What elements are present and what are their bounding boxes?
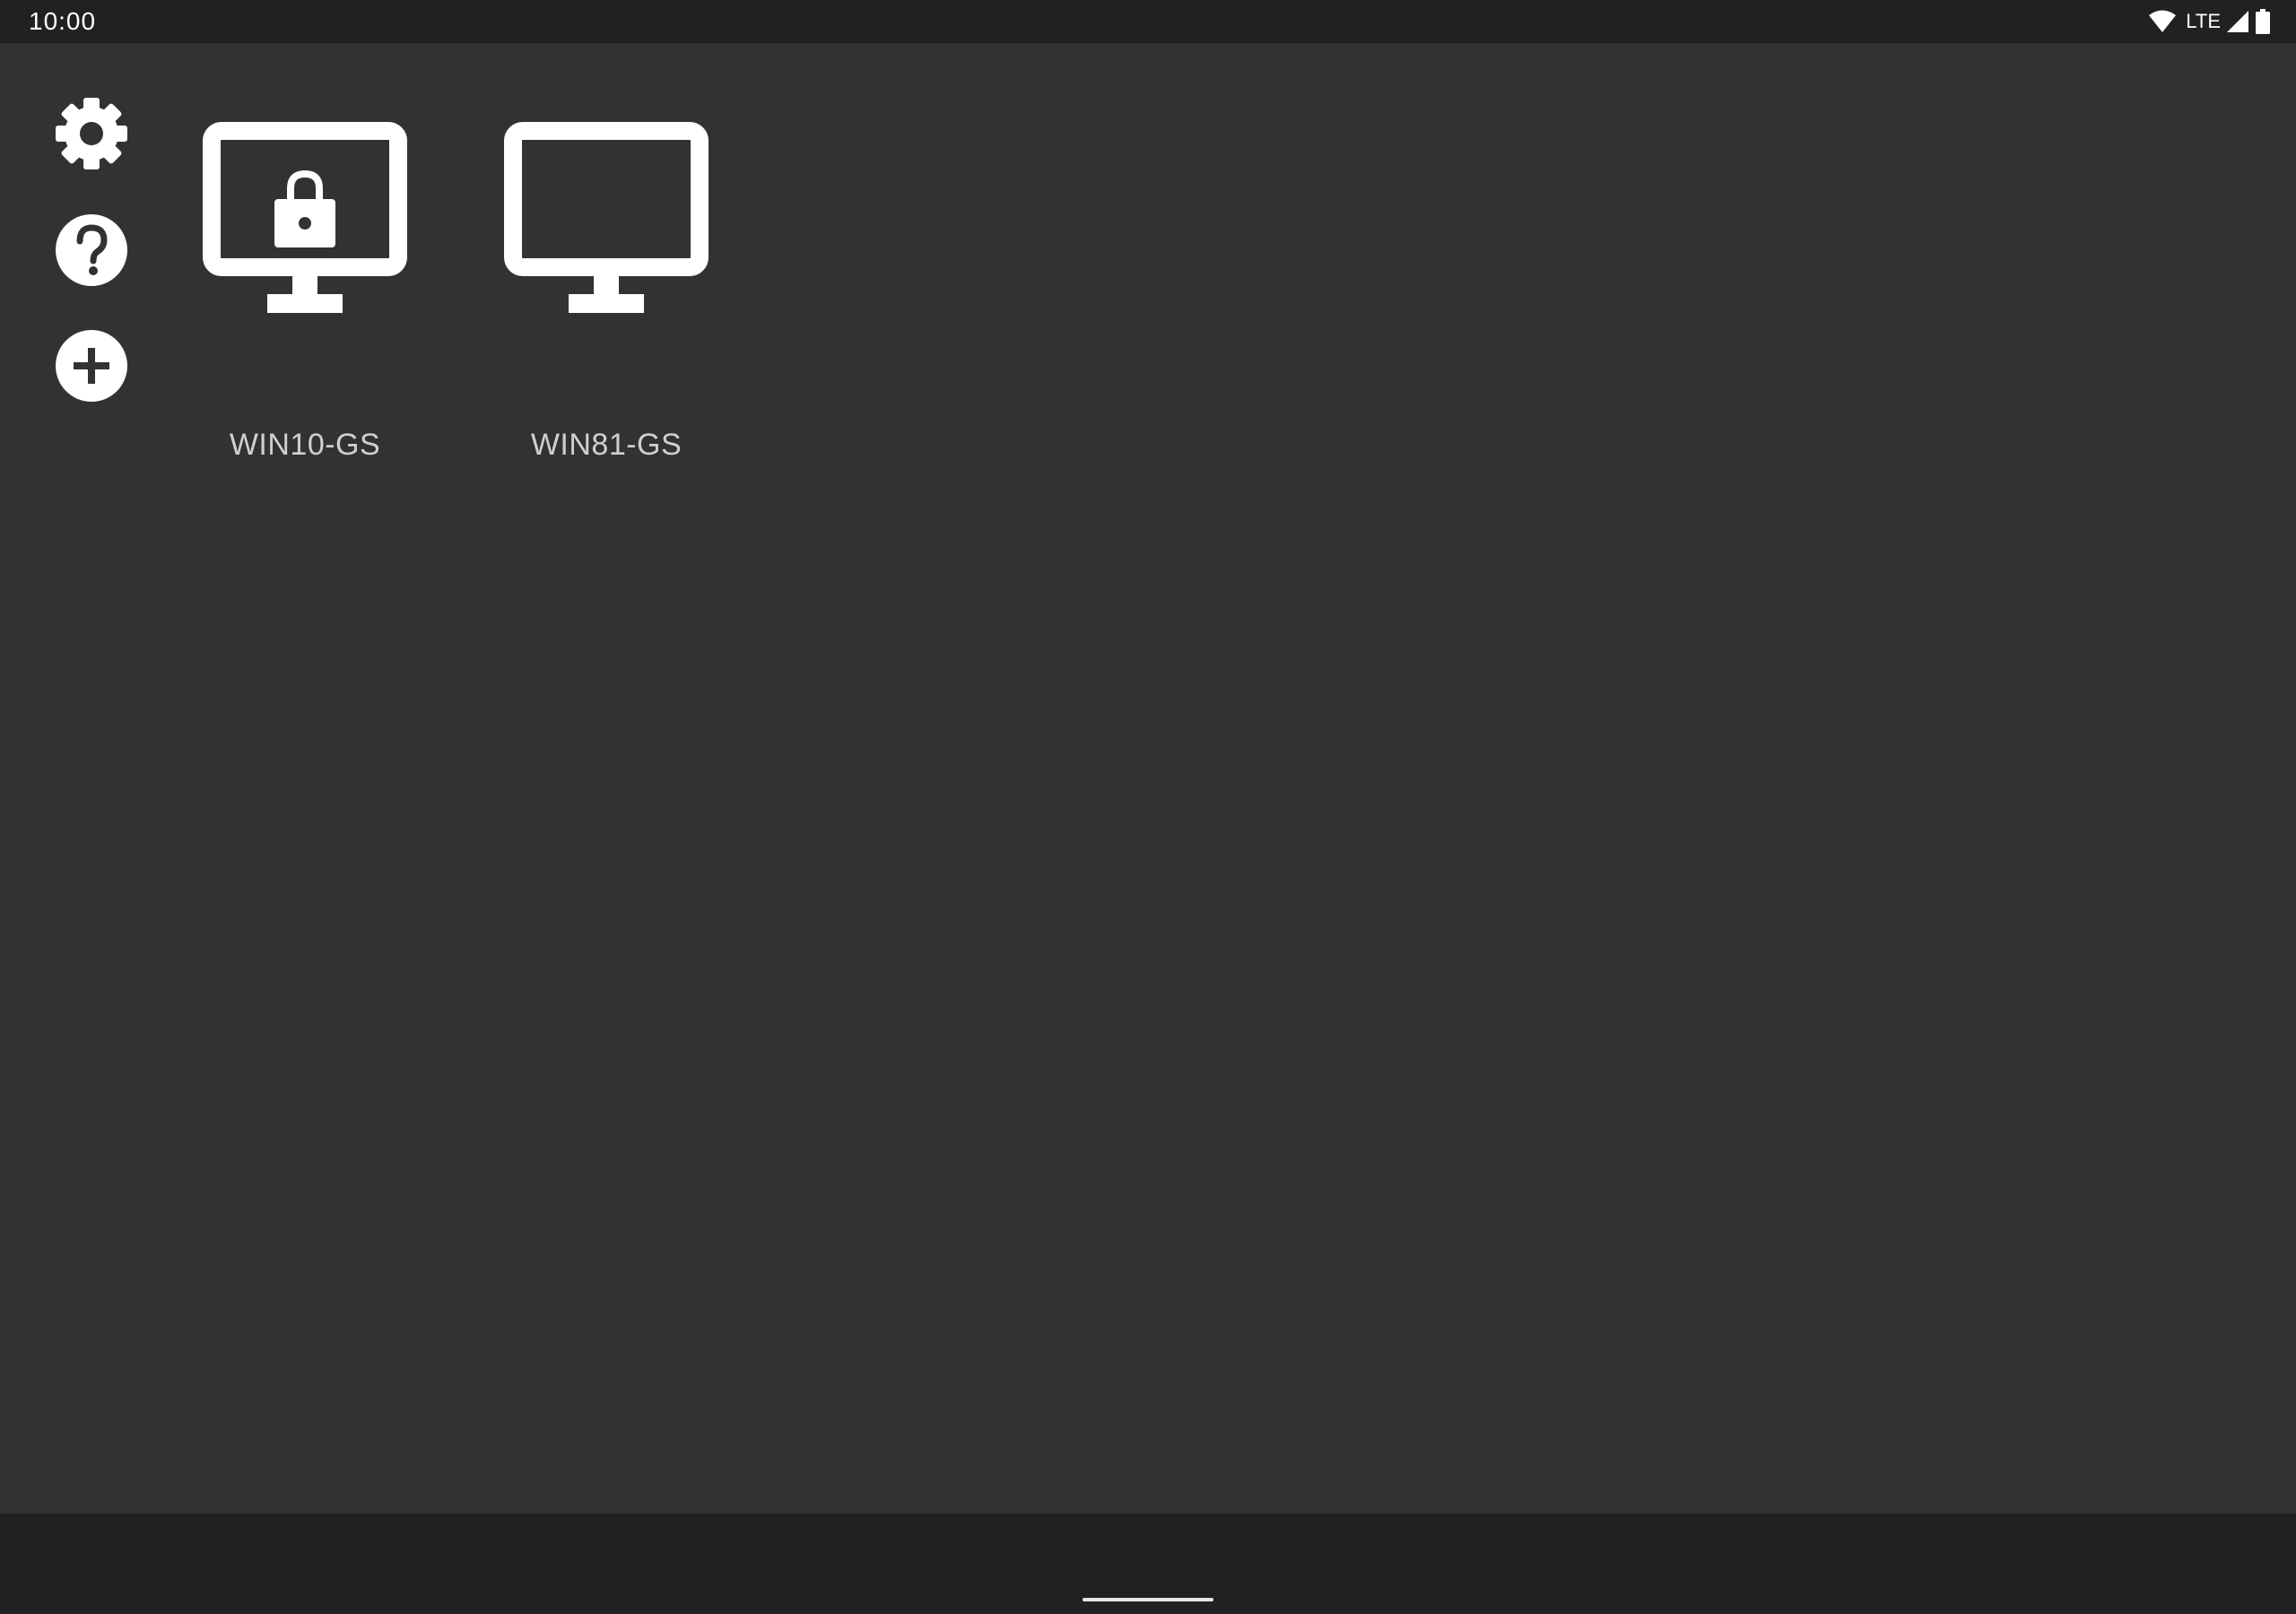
- monitor-locked-icon: [203, 122, 407, 313]
- home-gesture-handle[interactable]: [1083, 1598, 1213, 1601]
- wifi-icon: [2149, 10, 2177, 32]
- status-icons: LTE: [2148, 8, 2271, 35]
- main-content: WIN10-GS WIN81-GS: [0, 43, 2296, 1514]
- help-circle-icon[interactable]: [54, 213, 129, 288]
- host-label: WIN81-GS: [530, 428, 683, 462]
- gear-icon[interactable]: [54, 96, 129, 171]
- host-tile-win10-gs[interactable]: WIN10-GS: [179, 122, 430, 462]
- add-circle-icon[interactable]: [54, 328, 129, 404]
- host-label: WIN10-GS: [229, 428, 381, 462]
- status-time: 10:00: [29, 7, 97, 35]
- navigation-bar: [0, 1514, 2296, 1614]
- cell-signal-icon: [2227, 11, 2248, 32]
- battery-icon: [2256, 9, 2270, 34]
- host-tile-win81-gs[interactable]: WIN81-GS: [481, 122, 732, 462]
- status-bar: 10:00 LTE: [0, 0, 2296, 43]
- network-type-label: LTE: [2186, 10, 2221, 32]
- monitor-icon: [504, 122, 709, 313]
